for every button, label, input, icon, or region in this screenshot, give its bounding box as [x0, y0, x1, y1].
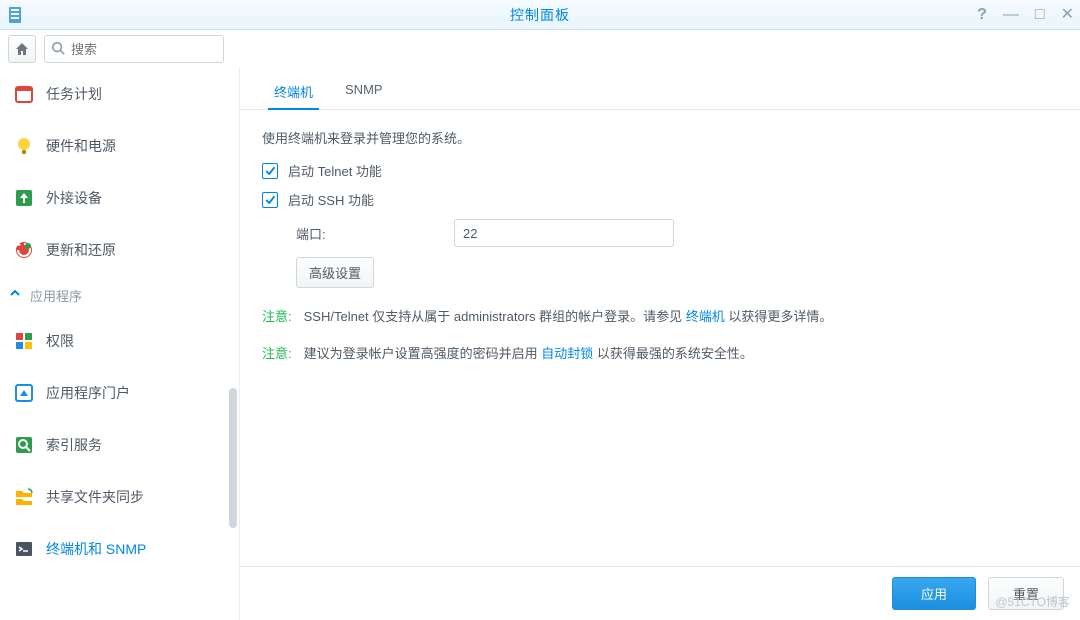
note-2-text: 建议为登录帐户设置高强度的密码并启用 自动封锁 以获得最强的系统安全性。	[304, 343, 753, 362]
sidebar-item-task-scheduler[interactable]: 任务计划	[0, 68, 239, 120]
sidebar-category-applications[interactable]: 应用程序	[0, 276, 239, 315]
sidebar-item-indexing[interactable]: 索引服务	[0, 419, 239, 471]
help-icon[interactable]: ?	[977, 0, 987, 30]
reset-button[interactable]: 重置	[988, 577, 1064, 610]
portal-icon	[14, 383, 34, 403]
autoblock-link[interactable]: 自动封锁	[541, 346, 593, 361]
port-input[interactable]	[454, 219, 674, 247]
tabs: 终端机 SNMP	[240, 68, 1080, 110]
terminal-panel: 使用终端机来登录并管理您的系统。 启动 Telnet 功能 启动 SSH 功能 …	[240, 110, 1080, 566]
sidebar-item-label: 终端机和 SNMP	[46, 539, 146, 559]
ssh-subfields: 端口: 高级设置	[296, 219, 1058, 288]
sidebar-item-privileges[interactable]: 权限	[0, 315, 239, 367]
advanced-settings-button[interactable]: 高级设置	[296, 257, 374, 288]
sidebar-item-label: 索引服务	[46, 435, 102, 455]
footer: 应用 重置	[240, 566, 1080, 620]
note-1-text: SSH/Telnet 仅支持从属于 administrators 群组的帐户登录…	[304, 306, 833, 325]
note-2: 注意: 建议为登录帐户设置高强度的密码并启用 自动封锁 以获得最强的系统安全性。	[262, 343, 1058, 362]
sidebar-item-label: 硬件和电源	[46, 136, 116, 156]
minimize-icon[interactable]: —	[1003, 0, 1019, 30]
sidebar-item-label: 任务计划	[46, 84, 102, 104]
app-icon	[2, 1, 30, 29]
sidebar-item-hardware-power[interactable]: 硬件和电源	[0, 120, 239, 172]
bulb-icon	[14, 136, 34, 156]
sidebar-item-app-portal[interactable]: 应用程序门户	[0, 367, 239, 419]
toolbar	[0, 30, 1080, 68]
chevron-down-icon	[8, 287, 22, 304]
sidebar: 任务计划 硬件和电源 外接设备 更新和还原	[0, 68, 240, 620]
sync-icon	[14, 487, 34, 507]
terminal-help-link[interactable]: 终端机	[686, 309, 725, 324]
close-icon[interactable]: ✕	[1061, 0, 1074, 30]
ssh-checkbox-row: 启动 SSH 功能	[262, 190, 1058, 209]
sidebar-item-label: 共享文件夹同步	[46, 487, 144, 507]
maximize-icon[interactable]: □	[1035, 0, 1045, 30]
terminal-icon	[14, 539, 34, 559]
home-button[interactable]	[8, 35, 36, 63]
category-label: 应用程序	[30, 286, 82, 305]
refresh-icon	[14, 240, 34, 260]
grid-icon	[14, 331, 34, 351]
telnet-label: 启动 Telnet 功能	[288, 161, 382, 180]
titlebar: 控制面板 ? — □ ✕	[0, 0, 1080, 30]
sidebar-item-label: 权限	[46, 331, 74, 351]
tab-snmp[interactable]: SNMP	[329, 72, 399, 109]
search-doc-icon	[14, 435, 34, 455]
note-label: 注意:	[262, 343, 292, 362]
port-label: 端口:	[296, 224, 436, 243]
note-1: 注意: SSH/Telnet 仅支持从属于 administrators 群组的…	[262, 306, 1058, 325]
content: 终端机 SNMP 使用终端机来登录并管理您的系统。 启动 Telnet 功能 启…	[240, 68, 1080, 620]
scrollbar-thumb[interactable]	[229, 388, 237, 528]
telnet-checkbox-row: 启动 Telnet 功能	[262, 161, 1058, 180]
note-label: 注意:	[262, 306, 292, 325]
search-input[interactable]	[71, 42, 217, 57]
upload-icon	[14, 188, 34, 208]
sidebar-item-label: 应用程序门户	[46, 383, 130, 403]
ssh-checkbox[interactable]	[262, 192, 278, 208]
tab-terminal[interactable]: 终端机	[258, 72, 329, 109]
sidebar-item-label: 外接设备	[46, 188, 102, 208]
ssh-label: 启动 SSH 功能	[288, 190, 374, 209]
window-title: 控制面板	[0, 5, 1080, 25]
calendar-icon	[14, 84, 34, 104]
sidebar-item-update-restore[interactable]: 更新和还原	[0, 224, 239, 276]
apply-button[interactable]: 应用	[892, 577, 976, 610]
sidebar-item-terminal-snmp[interactable]: 终端机和 SNMP	[0, 523, 239, 575]
sidebar-item-shared-sync[interactable]: 共享文件夹同步	[0, 471, 239, 523]
window-controls: ? — □ ✕	[977, 0, 1074, 30]
search-box[interactable]	[44, 35, 224, 63]
main: 任务计划 硬件和电源 外接设备 更新和还原	[0, 68, 1080, 620]
sidebar-item-label: 更新和还原	[46, 240, 116, 260]
intro-text: 使用终端机来登录并管理您的系统。	[262, 128, 1058, 147]
telnet-checkbox[interactable]	[262, 163, 278, 179]
search-icon	[51, 41, 65, 58]
sidebar-item-external-devices[interactable]: 外接设备	[0, 172, 239, 224]
